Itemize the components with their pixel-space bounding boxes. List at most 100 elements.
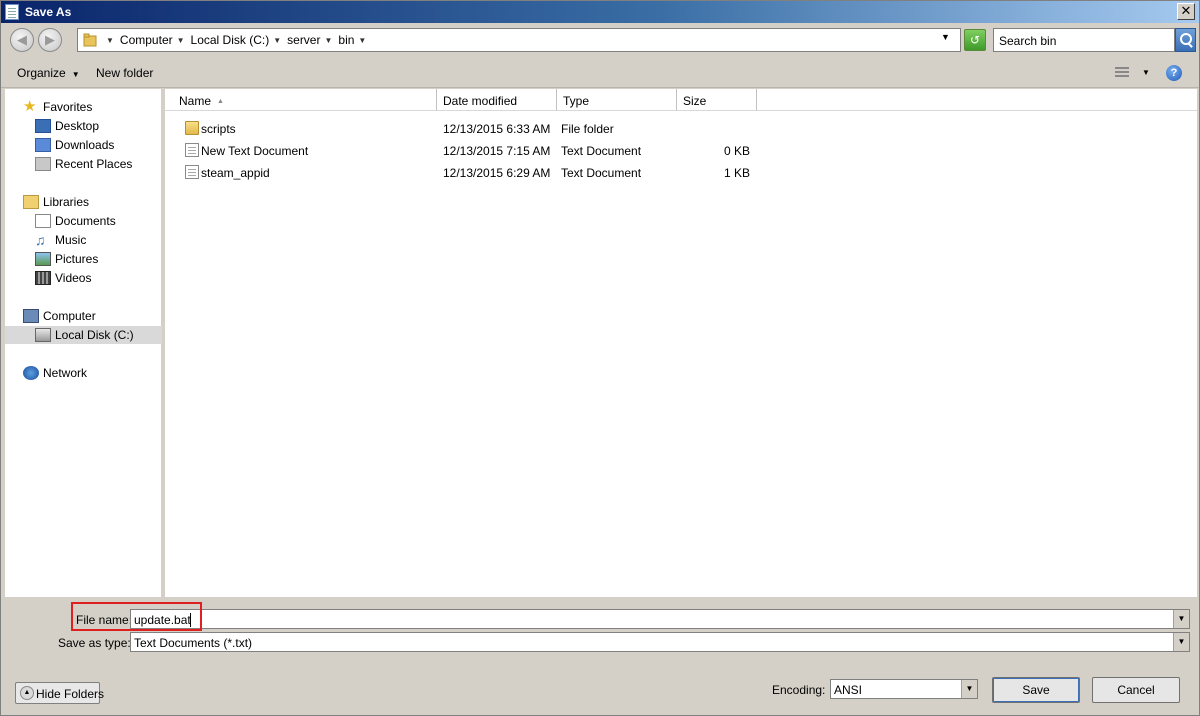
nav-label: Libraries xyxy=(43,195,90,209)
folder-icon xyxy=(83,33,97,47)
file-name-label: File name: xyxy=(76,613,133,627)
breadcrumb-server[interactable]: server xyxy=(287,33,320,47)
breadcrumb-separator[interactable]: ▼ xyxy=(177,36,185,45)
encoding-dropdown-icon[interactable]: ▼ xyxy=(961,680,977,698)
nav-label: Favorites xyxy=(43,100,93,114)
folder-icon xyxy=(185,121,199,135)
back-button[interactable]: ◀ xyxy=(10,28,34,52)
recent-places-icon xyxy=(35,157,51,171)
notepad-icon xyxy=(5,4,19,20)
view-options-dropdown-icon[interactable]: ▼ xyxy=(1142,68,1150,77)
nav-label: Network xyxy=(43,366,88,380)
column-header-type[interactable]: Type xyxy=(557,89,677,111)
column-header-size[interactable]: Size xyxy=(677,89,757,111)
chevron-down-icon: ▼ xyxy=(71,70,80,79)
breadcrumb-separator[interactable]: ▼ xyxy=(358,36,366,45)
nav-libraries[interactable]: Libraries xyxy=(23,193,176,211)
downloads-icon xyxy=(35,138,51,152)
breadcrumb-local-disk[interactable]: Local Disk (C:) xyxy=(191,33,270,47)
nav-network[interactable]: Network xyxy=(23,364,176,382)
file-name-field[interactable]: update.bat ▼ xyxy=(130,609,1190,629)
address-row: ◀ ▶ ▼ Computer ▼ Local Disk (C:) ▼ serve… xyxy=(1,24,1199,56)
refresh-button[interactable]: ↺ xyxy=(964,29,986,51)
file-date: 12/13/2015 6:33 AM xyxy=(443,122,551,136)
nav-label: Recent Places xyxy=(55,157,133,171)
encoding-label: Encoding: xyxy=(772,683,826,697)
star-icon: ★ xyxy=(23,98,37,115)
breadcrumb-separator[interactable]: ▼ xyxy=(106,36,114,45)
toolbar: Organize ▼ New folder ▼ ? xyxy=(1,58,1199,88)
breadcrumb-separator[interactable]: ▼ xyxy=(324,36,332,45)
save-as-type-value: Text Documents (*.txt) xyxy=(134,636,253,650)
file-list: Name ▲ Date modified Type Size scripts 12… xyxy=(165,89,1197,597)
save-as-type-select[interactable]: Text Documents (*.txt) ▼ xyxy=(130,632,1190,652)
music-icon: ♫ xyxy=(35,232,46,248)
nav-computer[interactable]: Computer xyxy=(23,307,176,325)
breadcrumb-separator[interactable]: ▼ xyxy=(273,36,281,45)
chevron-up-icon: ▲ xyxy=(20,686,34,700)
address-bar[interactable]: ▼ Computer ▼ Local Disk (C:) ▼ server ▼ … xyxy=(77,28,961,52)
breadcrumb-bin[interactable]: bin xyxy=(338,33,354,47)
cancel-button[interactable]: Cancel xyxy=(1092,677,1180,703)
file-date: 12/13/2015 6:29 AM xyxy=(443,166,551,180)
navigation-pane: ★ Favorites Desktop Downloads Recent Pla… xyxy=(5,89,162,597)
column-label: Name xyxy=(179,94,212,108)
file-name-value: update.bat xyxy=(134,613,191,627)
file-date: 12/13/2015 7:15 AM xyxy=(443,144,551,158)
videos-icon xyxy=(35,271,51,285)
nav-label: Downloads xyxy=(55,138,115,152)
column-header-date-modified[interactable]: Date modified xyxy=(437,89,557,111)
nav-local-disk[interactable]: Local Disk (C:) xyxy=(5,326,162,344)
breadcrumb-computer[interactable]: Computer xyxy=(120,33,173,47)
hide-folders-button[interactable]: ▲ Hide Folders xyxy=(15,682,104,704)
file-name: steam_appid xyxy=(201,166,270,180)
file-name-dropdown-icon[interactable]: ▼ xyxy=(1173,610,1189,628)
title-bar: Save As ✕ xyxy=(1,1,1199,23)
search-input[interactable]: Search bin xyxy=(993,28,1175,52)
file-row[interactable]: scripts 12/13/2015 6:33 AM File folder xyxy=(173,118,757,138)
file-name: scripts xyxy=(201,122,236,136)
computer-icon xyxy=(23,309,39,323)
text-file-icon xyxy=(185,143,199,157)
encoding-value: ANSI xyxy=(834,683,863,697)
breadcrumb: ▼ Computer ▼ Local Disk (C:) ▼ server ▼ … xyxy=(102,29,372,51)
nav-label: Documents xyxy=(55,214,116,228)
window-title: Save As xyxy=(25,5,72,19)
desktop-icon xyxy=(35,119,51,133)
encoding-select[interactable]: ANSI ▼ xyxy=(830,679,978,699)
file-type: Text Document xyxy=(561,166,642,180)
nav-label: Local Disk (C:) xyxy=(55,328,134,342)
hard-drive-icon xyxy=(35,328,51,342)
address-dropdown-icon[interactable]: ▼ xyxy=(941,32,950,42)
text-cursor xyxy=(190,613,191,627)
nav-label: Pictures xyxy=(55,252,99,266)
file-type: Text Document xyxy=(561,144,642,158)
save-as-dialog: Save As ✕ ◀ ▶ ▼ Computer ▼ Local Disk (C… xyxy=(0,0,1200,716)
pictures-icon xyxy=(35,252,51,266)
close-button[interactable]: ✕ xyxy=(1177,3,1195,20)
file-type: File folder xyxy=(561,122,614,136)
file-row[interactable]: New Text Document 12/13/2015 7:15 AM Tex… xyxy=(173,140,757,160)
forward-button[interactable]: ▶ xyxy=(38,28,62,52)
save-as-type-label: Save as type: xyxy=(58,636,131,650)
file-size: 0 KB xyxy=(723,144,750,158)
help-icon[interactable]: ? xyxy=(1166,65,1182,81)
nav-label: Computer xyxy=(43,309,96,323)
nav-label: Videos xyxy=(55,271,92,285)
nav-label: Music xyxy=(55,233,87,247)
libraries-icon xyxy=(23,195,39,209)
network-icon xyxy=(23,366,39,380)
hide-folders-label: Hide Folders xyxy=(36,687,105,701)
organize-label: Organize xyxy=(17,66,66,80)
new-folder-button[interactable]: New folder xyxy=(96,66,153,80)
organize-button[interactable]: Organize ▼ xyxy=(17,66,80,80)
save-button[interactable]: Save xyxy=(992,677,1080,703)
file-name: New Text Document xyxy=(201,144,309,158)
change-view-icon[interactable] xyxy=(1115,67,1129,78)
documents-icon xyxy=(35,214,51,228)
file-row[interactable]: steam_appid 12/13/2015 6:29 AM Text Docu… xyxy=(173,162,757,182)
column-header-name[interactable]: Name ▲ xyxy=(173,89,437,111)
save-as-type-dropdown-icon[interactable]: ▼ xyxy=(1173,633,1189,651)
nav-favorites[interactable]: ★ Favorites xyxy=(23,98,176,116)
search-icon[interactable] xyxy=(1175,28,1196,52)
